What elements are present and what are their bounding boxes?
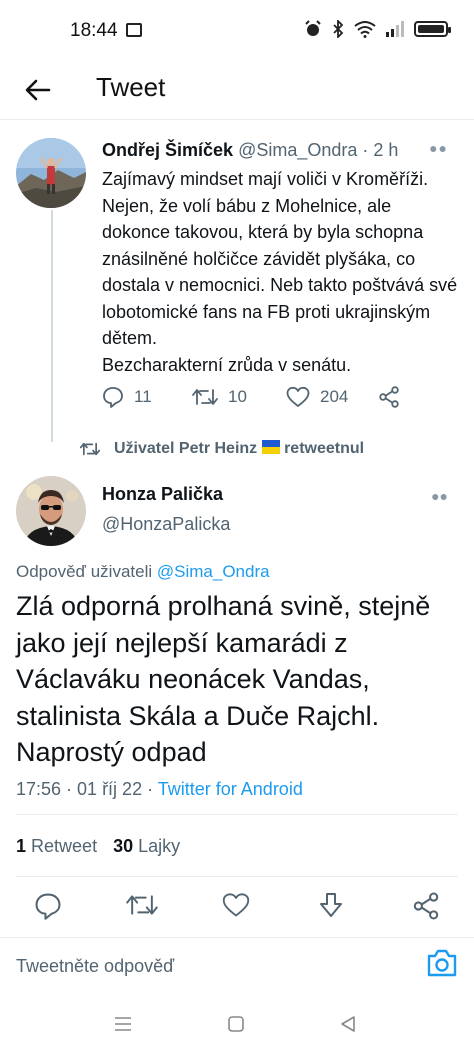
retweet-button[interactable] xyxy=(126,892,158,923)
battery-icon xyxy=(414,21,451,37)
heart-icon xyxy=(222,893,250,917)
author-name[interactable]: Honza Palička xyxy=(102,484,223,505)
square-icon xyxy=(228,1016,244,1032)
author-handle[interactable]: @HonzaPalicka xyxy=(102,514,230,535)
alarm-icon xyxy=(305,20,321,36)
status-time: 18:44 xyxy=(70,20,118,41)
app-header: Tweet xyxy=(0,60,474,120)
more-options-icon[interactable]: ●● xyxy=(431,488,448,504)
divider xyxy=(16,814,458,815)
share-icon xyxy=(413,892,439,920)
reply-icon xyxy=(103,387,123,408)
share-icon xyxy=(379,386,399,408)
like-button[interactable] xyxy=(222,892,250,923)
retweeted-label: retweetnul xyxy=(284,440,365,457)
like-button[interactable]: 204 xyxy=(286,386,378,408)
download-button[interactable] xyxy=(318,892,344,925)
reply-input[interactable]: Tweetněte odpověď xyxy=(16,956,174,977)
main-tweet-text: Zlá odporná prolhaná svině, stejně jako … xyxy=(16,591,431,767)
reply-icon xyxy=(35,893,61,920)
arrow-left-icon xyxy=(25,79,51,101)
main-tweet-actions xyxy=(0,892,474,924)
download-icon xyxy=(320,893,342,917)
replying-to-handle[interactable]: @Sima_Ondra xyxy=(157,562,270,581)
retweeted-by-user[interactable]: Uživatel Petr Heinz xyxy=(114,440,257,457)
avatar[interactable] xyxy=(16,138,86,208)
camera-icon xyxy=(427,949,457,977)
menu-icon xyxy=(115,1017,131,1031)
retweet-icon xyxy=(192,389,218,405)
heart-icon xyxy=(286,386,310,407)
reply-button[interactable] xyxy=(34,892,62,925)
recent-apps-button[interactable] xyxy=(114,1016,132,1037)
divider xyxy=(16,876,458,877)
share-button[interactable] xyxy=(412,892,440,925)
tweet-age: · 2 h xyxy=(362,140,399,160)
back-button[interactable] xyxy=(20,72,56,108)
home-button[interactable] xyxy=(228,1016,244,1037)
parent-tweet-text: Zajímavý mindset mají voliči v Kroměříži… xyxy=(102,169,458,375)
reply-composer[interactable]: Tweetněte odpověď xyxy=(0,937,474,993)
system-nav-bar xyxy=(0,1000,474,1053)
like-stat[interactable]: 30 Lajky xyxy=(113,836,180,857)
bluetooth-icon xyxy=(333,20,344,38)
avatar[interactable] xyxy=(16,476,86,546)
author-handle[interactable]: @Sima_Ondra xyxy=(238,140,357,160)
author-name[interactable]: Ondřej Šimíček xyxy=(102,140,233,160)
tweet-source[interactable]: Twitter for Android xyxy=(158,779,303,799)
tweet-time-date: 17:56 · 01 říj 22 · xyxy=(16,779,154,799)
wifi-icon xyxy=(354,21,376,38)
sim-notification-icon xyxy=(126,23,142,37)
replying-to: Odpověď uživateli @Sima_Ondra xyxy=(16,562,270,582)
retweet-icon xyxy=(126,895,158,915)
thread-line xyxy=(51,210,53,442)
status-bar: 18:44 xyxy=(0,0,474,60)
retweet-icon xyxy=(80,442,100,456)
parent-tweet-actions: 11 10 204 xyxy=(102,386,400,408)
retweeted-by-note: Uživatel Petr Heinz retweetnul xyxy=(80,440,364,458)
parent-tweet-header: Ondřej Šimíček @Sima_Ondra · 2 h xyxy=(102,140,398,161)
ukraine-flag-icon xyxy=(261,440,280,454)
replying-to-label: Odpověď uživateli xyxy=(16,562,153,581)
triangle-back-icon xyxy=(341,1016,355,1032)
tweet-stats: 1 Retweet 30 Lajky xyxy=(16,836,180,857)
retweet-count: 10 xyxy=(228,387,247,406)
more-options-icon[interactable]: ●● xyxy=(429,140,448,156)
camera-button[interactable] xyxy=(426,948,458,978)
page-title: Tweet xyxy=(96,72,166,102)
reply-button[interactable]: 11 xyxy=(102,386,192,408)
status-icons xyxy=(304,20,451,38)
like-count: 204 xyxy=(320,387,349,406)
back-nav-button[interactable] xyxy=(340,1016,356,1037)
retweet-button[interactable]: 10 xyxy=(192,387,286,407)
signal-icon xyxy=(386,21,404,37)
tweet-timestamp: 17:56 · 01 říj 22 · Twitter for Android xyxy=(16,779,303,800)
retweet-stat[interactable]: 1 Retweet xyxy=(16,836,97,857)
reply-count: 11 xyxy=(134,387,152,406)
share-button[interactable] xyxy=(378,386,400,408)
